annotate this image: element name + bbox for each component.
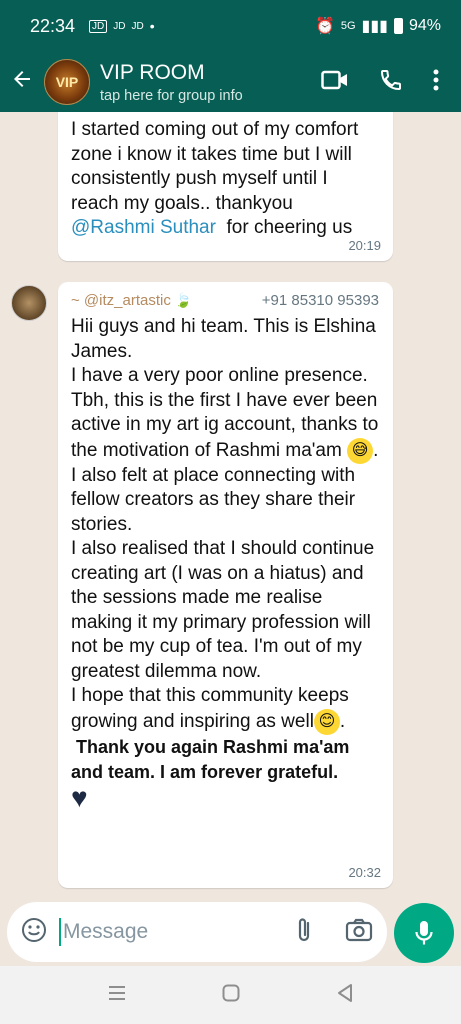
message-placeholder: Message [63,920,149,943]
notification-dot: • [149,18,155,34]
composer-icons [295,916,373,949]
sweat-smile-emoji-icon: 😅 [347,437,374,464]
message-input[interactable]: Message [7,902,387,962]
message-paragraph: I also felt at place connecting with fel… [71,464,375,732]
chat-header[interactable]: VIP VIP ROOM tap here for group info [0,52,461,112]
sender-row: ~ @itz_artastic 🍃 +91 85310 95393 [71,292,379,309]
status-bar: 22:34 JD JD JD • ⏰ 5G ▮▮▮ 94% [0,0,461,52]
back-arrow-icon[interactable] [10,67,38,98]
message-paragraph-bold: Thank you again Rashmi ma'am and team. I… [71,736,355,783]
emoji-icon[interactable] [21,917,47,948]
back-nav-icon[interactable] [336,983,354,1008]
composer-bar: Message [0,900,461,966]
message-time: 20:32 [348,865,381,880]
message-bubble[interactable]: ~ @itz_artastic 🍃 +91 85310 95393 Hii gu… [58,282,393,888]
video-call-icon[interactable] [321,69,349,96]
message-text: Hii guys and hi team. This is Elshina Ja… [71,315,379,814]
sender-avatar[interactable] [11,285,47,321]
group-avatar[interactable]: VIP [44,59,90,105]
voice-call-icon[interactable] [379,68,403,97]
more-options-icon[interactable] [433,69,439,96]
attach-icon[interactable] [295,916,313,949]
black-heart-emoji-icon: ♥ [71,781,88,813]
sender-phone: +91 85310 95393 [261,292,379,309]
carrier-icon: JD [89,19,108,33]
status-right: ⏰ 5G ▮▮▮ 94% [315,16,441,36]
message-text-part: I started coming out of my comfort zone … [71,119,364,214]
message-text: I started coming out of my comfort zone … [71,118,379,241]
network-label: 5G [340,20,356,32]
camera-icon[interactable] [345,918,373,947]
carrier-icon: JD [113,20,126,32]
smile-emoji-icon: 😊 [313,708,340,735]
group-title: VIP ROOM [100,60,205,84]
group-title-block[interactable]: VIP ROOM tap here for group info [100,61,243,104]
system-nav-bar [0,966,461,1024]
alarm-icon: ⏰ [314,18,335,35]
message-bubble[interactable]: I started coming out of my comfort zone … [58,112,393,261]
header-actions [321,68,451,97]
carrier-icon: JD [131,20,144,32]
chat-area[interactable]: I started coming out of my comfort zone … [0,112,461,900]
signal-icon: ▮▮▮ [361,18,388,35]
mic-button[interactable] [394,903,454,963]
mic-icon [415,921,433,945]
battery-percent: 94% [408,17,441,34]
battery-icon [393,18,403,34]
sender-name[interactable]: ~ @itz_artastic [71,292,171,309]
home-icon[interactable] [221,983,241,1008]
status-time: 22:34 [30,15,76,36]
message-text-part: for cheering us [215,217,353,238]
message-paragraph: Hii guys and hi team. This is Elshina Ja… [71,316,379,461]
recent-apps-icon[interactable] [107,984,127,1007]
message-time: 20:19 [348,238,381,253]
mention-link[interactable]: @Rashmi Suthar [71,217,216,238]
text-cursor [59,918,61,946]
notification-icons: JD JD JD • [89,18,155,34]
leaf-emoji-icon: 🍃 [174,292,193,308]
group-subtitle: tap here for group info [100,87,243,104]
